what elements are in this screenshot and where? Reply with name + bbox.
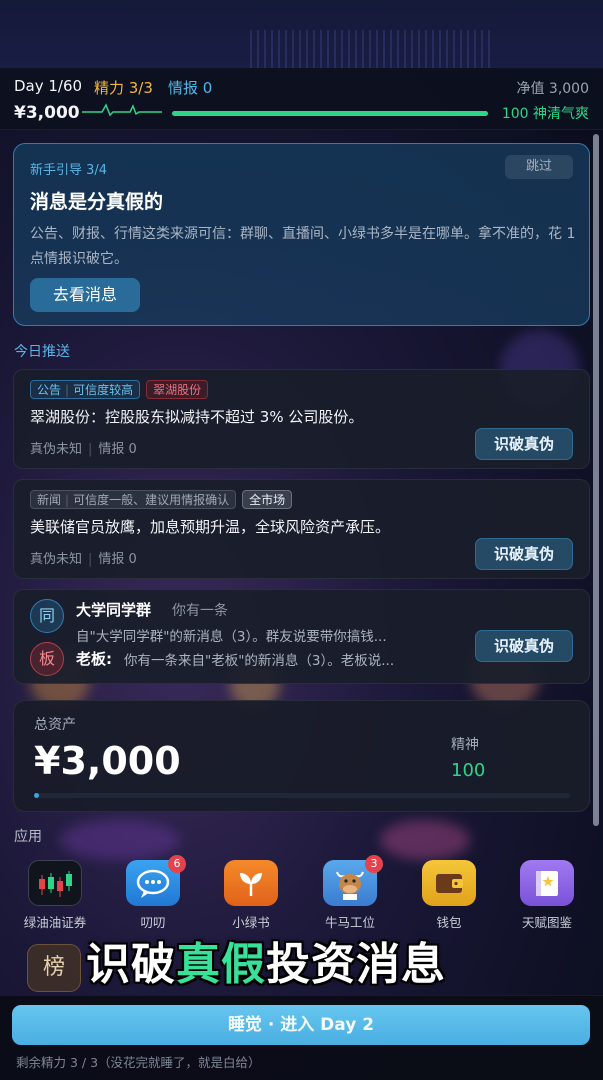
assets-value: ¥3,000 <box>34 739 181 783</box>
news-card[interactable]: 新闻 | 可信度一般、建议用情报确认 全市场 美联储官员放鹰，加息预期升温，全球风险… <box>13 479 590 579</box>
app-stock[interactable]: 绿油油证券 <box>15 860 95 931</box>
tutorial-panel: 新手引导 3/4 跳过 消息是分真假的 公告、财报、行情这类来源可信：群聊、直播… <box>13 143 590 326</box>
news-meta: 真伪未知 | 情报 0 <box>30 442 137 457</box>
detect-truth-button[interactable]: 识破真伪 <box>475 428 573 460</box>
detect-truth-button[interactable]: 识破真伪 <box>475 538 573 570</box>
assets-panel: 总资产 ¥3,000 精神 100 <box>13 700 590 812</box>
news-meta: 真伪未知 | 情报 0 <box>30 552 137 567</box>
source-tag: 新闻 | 可信度一般、建议用情报确认 <box>30 490 237 509</box>
wallet-icon <box>422 860 476 906</box>
app-wallet[interactable]: 钱包 <box>409 860 489 931</box>
tutorial-body: 公告、财报、行情这类来源可信：群聊、直播间、小绿书多半是在哪单。拿不准的，花 1… <box>30 226 576 267</box>
group-sub: 你有一条 <box>172 603 228 619</box>
subject-tag: 全市场 <box>242 490 293 509</box>
boss-name: 老板: <box>76 650 112 668</box>
detect-truth-button[interactable]: 识破真伪 <box>475 630 573 662</box>
background-bokeh <box>60 820 180 860</box>
app-label: 绿油油证券 <box>23 915 87 930</box>
skip-button[interactable]: 跳过 <box>505 155 573 179</box>
assets-progress-fill <box>34 793 40 798</box>
leaderboard-button[interactable]: 榜 <box>27 944 81 992</box>
energy-indicator: 精力 3/3 <box>94 79 153 97</box>
scrollbar-thumb[interactable] <box>593 134 599 826</box>
sprout-icon <box>224 860 278 906</box>
background-bokeh <box>380 820 470 860</box>
spirit-label: 精神 <box>451 737 479 753</box>
chat-bubble-icon: 6 <box>126 855 186 906</box>
boss-message: 你有一条来自"老板"的新消息（3）。老板说... <box>124 653 395 669</box>
chat-card[interactable]: 同 大学同学群 你有一条 自"大学同学群"的新消息（3）。群友说要带你搞钱...… <box>13 589 590 684</box>
bottom-bar: 睡觉 · 进入 Day 2 剩余精力 3 / 3（没花完就睡了，就是白给） <box>0 995 603 1080</box>
group-avatar: 同 <box>30 599 64 633</box>
remaining-energy-note: 剩余精力 3 / 3（没花完就睡了，就是白给） <box>16 1055 261 1070</box>
group-name: 大学同学群 <box>76 601 152 619</box>
assets-progress-bar <box>34 793 570 798</box>
net-worth: 净值 3,000 <box>516 81 589 97</box>
apps-title: 应用 <box>14 829 42 845</box>
app-chat[interactable]: 6 叨叨 <box>113 855 193 931</box>
feed-title: 今日推送 <box>14 344 70 360</box>
news-card[interactable]: 公告 | 可信度较高 翠湖股份 翠湖股份：控股股东拟减持不超过 3% 公司股份。 真… <box>13 369 590 469</box>
mood-status: 100 神清气爽 <box>501 106 589 122</box>
cash-balance: ¥3,000 <box>14 103 80 123</box>
scrollbar[interactable] <box>593 134 599 826</box>
mood-bar <box>172 111 488 116</box>
news-text: 翠湖股份：控股股东拟减持不超过 3% 公司股份。 <box>30 408 364 426</box>
status-bar: Day 1/60 精力 3/3 情报 0 净值 3,000 ¥3,000 100… <box>0 68 603 130</box>
promo-slogan: 识破真假投资消息 <box>86 939 446 990</box>
boss-avatar: 板 <box>30 642 64 676</box>
source-tag: 公告 | 可信度较高 <box>30 380 141 399</box>
app-talents[interactable]: 天赋图鉴 <box>507 860 587 931</box>
subject-tag: 翠湖股份 <box>146 380 209 399</box>
stock-chart-icon <box>28 860 82 906</box>
ox-icon: 3 <box>323 855 383 906</box>
assets-label: 总资产 <box>34 717 76 733</box>
app-notes[interactable]: 小绿书 <box>211 860 291 931</box>
notification-badge: 6 <box>168 855 186 873</box>
tutorial-title: 消息是分真假的 <box>30 191 164 213</box>
view-messages-button[interactable]: 去看消息 <box>30 278 140 312</box>
group-message: 自"大学同学群"的新消息（3）。群友说要带你搞钱... <box>76 629 387 645</box>
background-skyline <box>0 0 603 70</box>
app-label: 天赋图鉴 <box>521 915 572 930</box>
spirit-value: 100 <box>451 760 486 781</box>
news-text: 美联储官员放鹰，加息预期升温，全球风险资产承压。 <box>30 518 391 536</box>
heartbeat-icon <box>82 103 162 117</box>
intel-indicator: 情报 0 <box>168 79 213 97</box>
day-counter: Day 1/60 <box>14 77 83 95</box>
sleep-next-day-button[interactable]: 睡觉 · 进入 Day 2 <box>12 1005 590 1045</box>
app-work[interactable]: 3 牛马工位 <box>310 855 390 931</box>
mood-bar-fill <box>172 111 488 116</box>
book-icon <box>520 860 574 906</box>
tutorial-step: 新手引导 3/4 <box>30 163 108 178</box>
notification-badge: 3 <box>365 855 383 873</box>
